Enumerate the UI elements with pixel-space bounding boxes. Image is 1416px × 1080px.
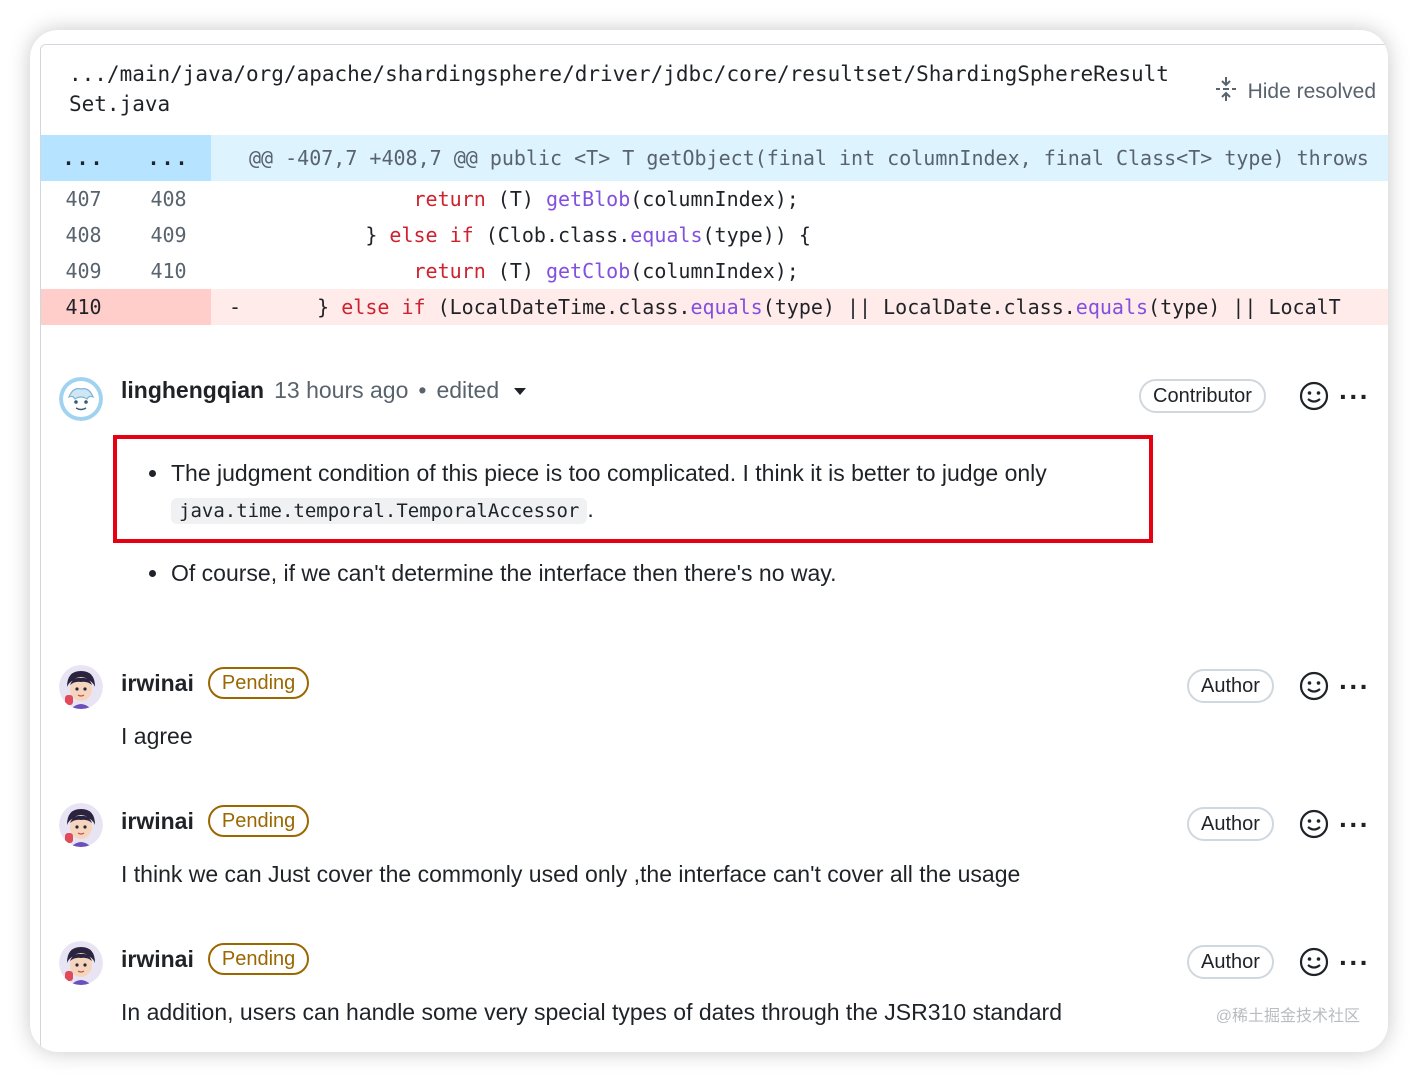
- smiley-icon[interactable]: [1299, 809, 1329, 839]
- author-badge: Author: [1187, 807, 1274, 841]
- comment-body: The judgment condition of this piece is …: [41, 435, 1388, 625]
- code-token: (type)) {: [702, 223, 811, 247]
- comment-author[interactable]: linghengqian: [121, 377, 264, 404]
- diff-deletion-row: 410- } else if (LocalDateTime.class. equa…: [41, 289, 1388, 325]
- hide-resolved-button[interactable]: Hide resolved: [1214, 75, 1376, 109]
- comment-body: I think we can Just cover the commonly u…: [121, 861, 1021, 887]
- hunk-expand-right[interactable]: ...: [126, 135, 211, 181]
- code-line: - } else if (LocalDateTime.class. equals(…: [211, 289, 1388, 325]
- review-comment: irwinai Pending Author ··· I agree: [41, 655, 1388, 785]
- code-function: equals: [690, 295, 763, 319]
- comment-header: irwinai Pending: [121, 943, 310, 975]
- edited-dropdown[interactable]: edited: [436, 377, 526, 404]
- code-line: return (T) getBlob (columnIndex);: [211, 181, 1388, 217]
- code-keyword: else if: [389, 223, 474, 247]
- old-line-number[interactable]: 409: [41, 253, 126, 289]
- smiley-icon[interactable]: [1299, 381, 1329, 411]
- code-line: return (T) getClob (columnIndex);: [211, 253, 1388, 289]
- code-keyword: else if: [341, 295, 426, 319]
- comment-author[interactable]: irwinai: [121, 808, 194, 835]
- hunk-expand-left[interactable]: ...: [41, 135, 126, 181]
- edited-label: edited: [436, 377, 500, 403]
- diff-context-row: 408 409 } else if (Clob.class. equals (type…: [41, 217, 1388, 253]
- kebab-horizontal-icon[interactable]: ···: [1339, 673, 1370, 701]
- inline-code: java.time.temporal.TemporalAccessor: [171, 498, 588, 524]
- code-function: getBlob: [545, 187, 631, 211]
- review-comment: irwinai Pending Author ··· I think we ca…: [41, 793, 1388, 923]
- new-line-number[interactable]: 409: [126, 217, 211, 253]
- unfold-icon: [1214, 75, 1238, 109]
- code-token: (LocalDateTime.class.: [425, 295, 691, 319]
- code-token: (type) || LocalDate.class.: [762, 295, 1076, 319]
- list-item: Of course, if we can't determine the int…: [149, 555, 1047, 591]
- diff-table: ... ... @@ -407,7 +408,7 @@ public <T> T…: [41, 135, 1388, 325]
- diff-context-row: 409 410 return (T) getClob (columnIndex);: [41, 253, 1388, 289]
- author-badge: Author: [1187, 945, 1274, 979]
- smiley-icon[interactable]: [1299, 947, 1329, 977]
- avatar[interactable]: [59, 377, 103, 421]
- hunk-header-text: @@ -407,7 +408,7 @@ public <T> T getObje…: [249, 146, 1369, 170]
- code-token: (T): [485, 187, 546, 211]
- new-line-number[interactable]: [126, 289, 211, 325]
- comment-header: linghengqian 13 hours ago • edited: [121, 377, 526, 404]
- hunk-header-row: ... ... @@ -407,7 +408,7 @@ public <T> T…: [41, 135, 1388, 181]
- avatar[interactable]: [59, 803, 103, 847]
- list-item: The judgment condition of this piece is …: [149, 455, 1047, 529]
- code-function: getClob: [545, 259, 631, 283]
- review-comment: linghengqian 13 hours ago • edited Contr…: [41, 365, 1388, 625]
- code-token: }: [269, 223, 390, 247]
- watermark: @稀土掘金技术社区: [1215, 1008, 1360, 1025]
- pending-badge: Pending: [207, 943, 310, 975]
- code-line: } else if (Clob.class. equals (type)) {: [211, 217, 1388, 253]
- code-token: (columnIndex);: [630, 187, 799, 211]
- old-line-number[interactable]: 407: [41, 181, 126, 217]
- file-path[interactable]: .../main/java/org/apache/shardingsphere/…: [69, 59, 1179, 119]
- code-function: equals: [1075, 295, 1149, 319]
- diff-sign: -: [229, 295, 242, 319]
- code-keyword: return: [413, 259, 486, 283]
- pending-badge: Pending: [207, 805, 310, 837]
- caret-down-icon: [513, 388, 526, 396]
- comment-bullet-list: The judgment condition of this piece is …: [149, 455, 1047, 591]
- code-token: (Clob.class.: [473, 223, 631, 247]
- code-function: equals: [630, 223, 703, 247]
- comment-author[interactable]: irwinai: [121, 670, 194, 697]
- avatar[interactable]: [59, 665, 103, 709]
- review-thread-panel: .../main/java/org/apache/shardingsphere/…: [40, 44, 1388, 1052]
- hide-resolved-label: Hide resolved: [1247, 80, 1376, 103]
- contributor-badge: Contributor: [1139, 379, 1266, 413]
- comment-header: irwinai Pending: [121, 667, 310, 699]
- code-token: }: [269, 295, 342, 319]
- author-badge: Author: [1187, 669, 1274, 703]
- old-line-number[interactable]: 408: [41, 217, 126, 253]
- code-token: (columnIndex);: [630, 259, 799, 283]
- comment-header: irwinai Pending: [121, 805, 310, 837]
- comment-author[interactable]: irwinai: [121, 946, 194, 973]
- new-line-number[interactable]: 410: [126, 253, 211, 289]
- separator-dot: •: [418, 377, 427, 403]
- bullet-text: Of course, if we can't determine the int…: [171, 560, 837, 586]
- new-line-number[interactable]: 408: [126, 181, 211, 217]
- file-header: .../main/java/org/apache/shardingsphere/…: [41, 45, 1388, 135]
- bullet-end: .: [587, 496, 594, 522]
- code-token: (T): [485, 259, 546, 283]
- comment-body: In addition, users can handle some very …: [121, 999, 1063, 1025]
- bullet-text: The judgment condition of this piece is …: [171, 460, 1047, 486]
- smiley-icon[interactable]: [1299, 671, 1329, 701]
- kebab-horizontal-icon[interactable]: ···: [1339, 383, 1370, 411]
- review-comment: irwinai Pending Author ··· In addition, …: [41, 931, 1388, 1052]
- code-token: (type) || LocalT: [1148, 295, 1341, 319]
- comment-body: I agree: [121, 723, 193, 749]
- diff-context-row: 407 408 return (T) getBlob (columnIndex);: [41, 181, 1388, 217]
- code-keyword: return: [413, 187, 486, 211]
- comment-time[interactable]: 13 hours ago: [274, 377, 408, 404]
- kebab-horizontal-icon[interactable]: ···: [1339, 811, 1370, 839]
- old-line-number[interactable]: 410: [41, 289, 126, 325]
- avatar[interactable]: [59, 941, 103, 985]
- kebab-horizontal-icon[interactable]: ···: [1339, 949, 1370, 977]
- pending-badge: Pending: [207, 667, 310, 699]
- review-card: .../main/java/org/apache/shardingsphere/…: [30, 30, 1388, 1052]
